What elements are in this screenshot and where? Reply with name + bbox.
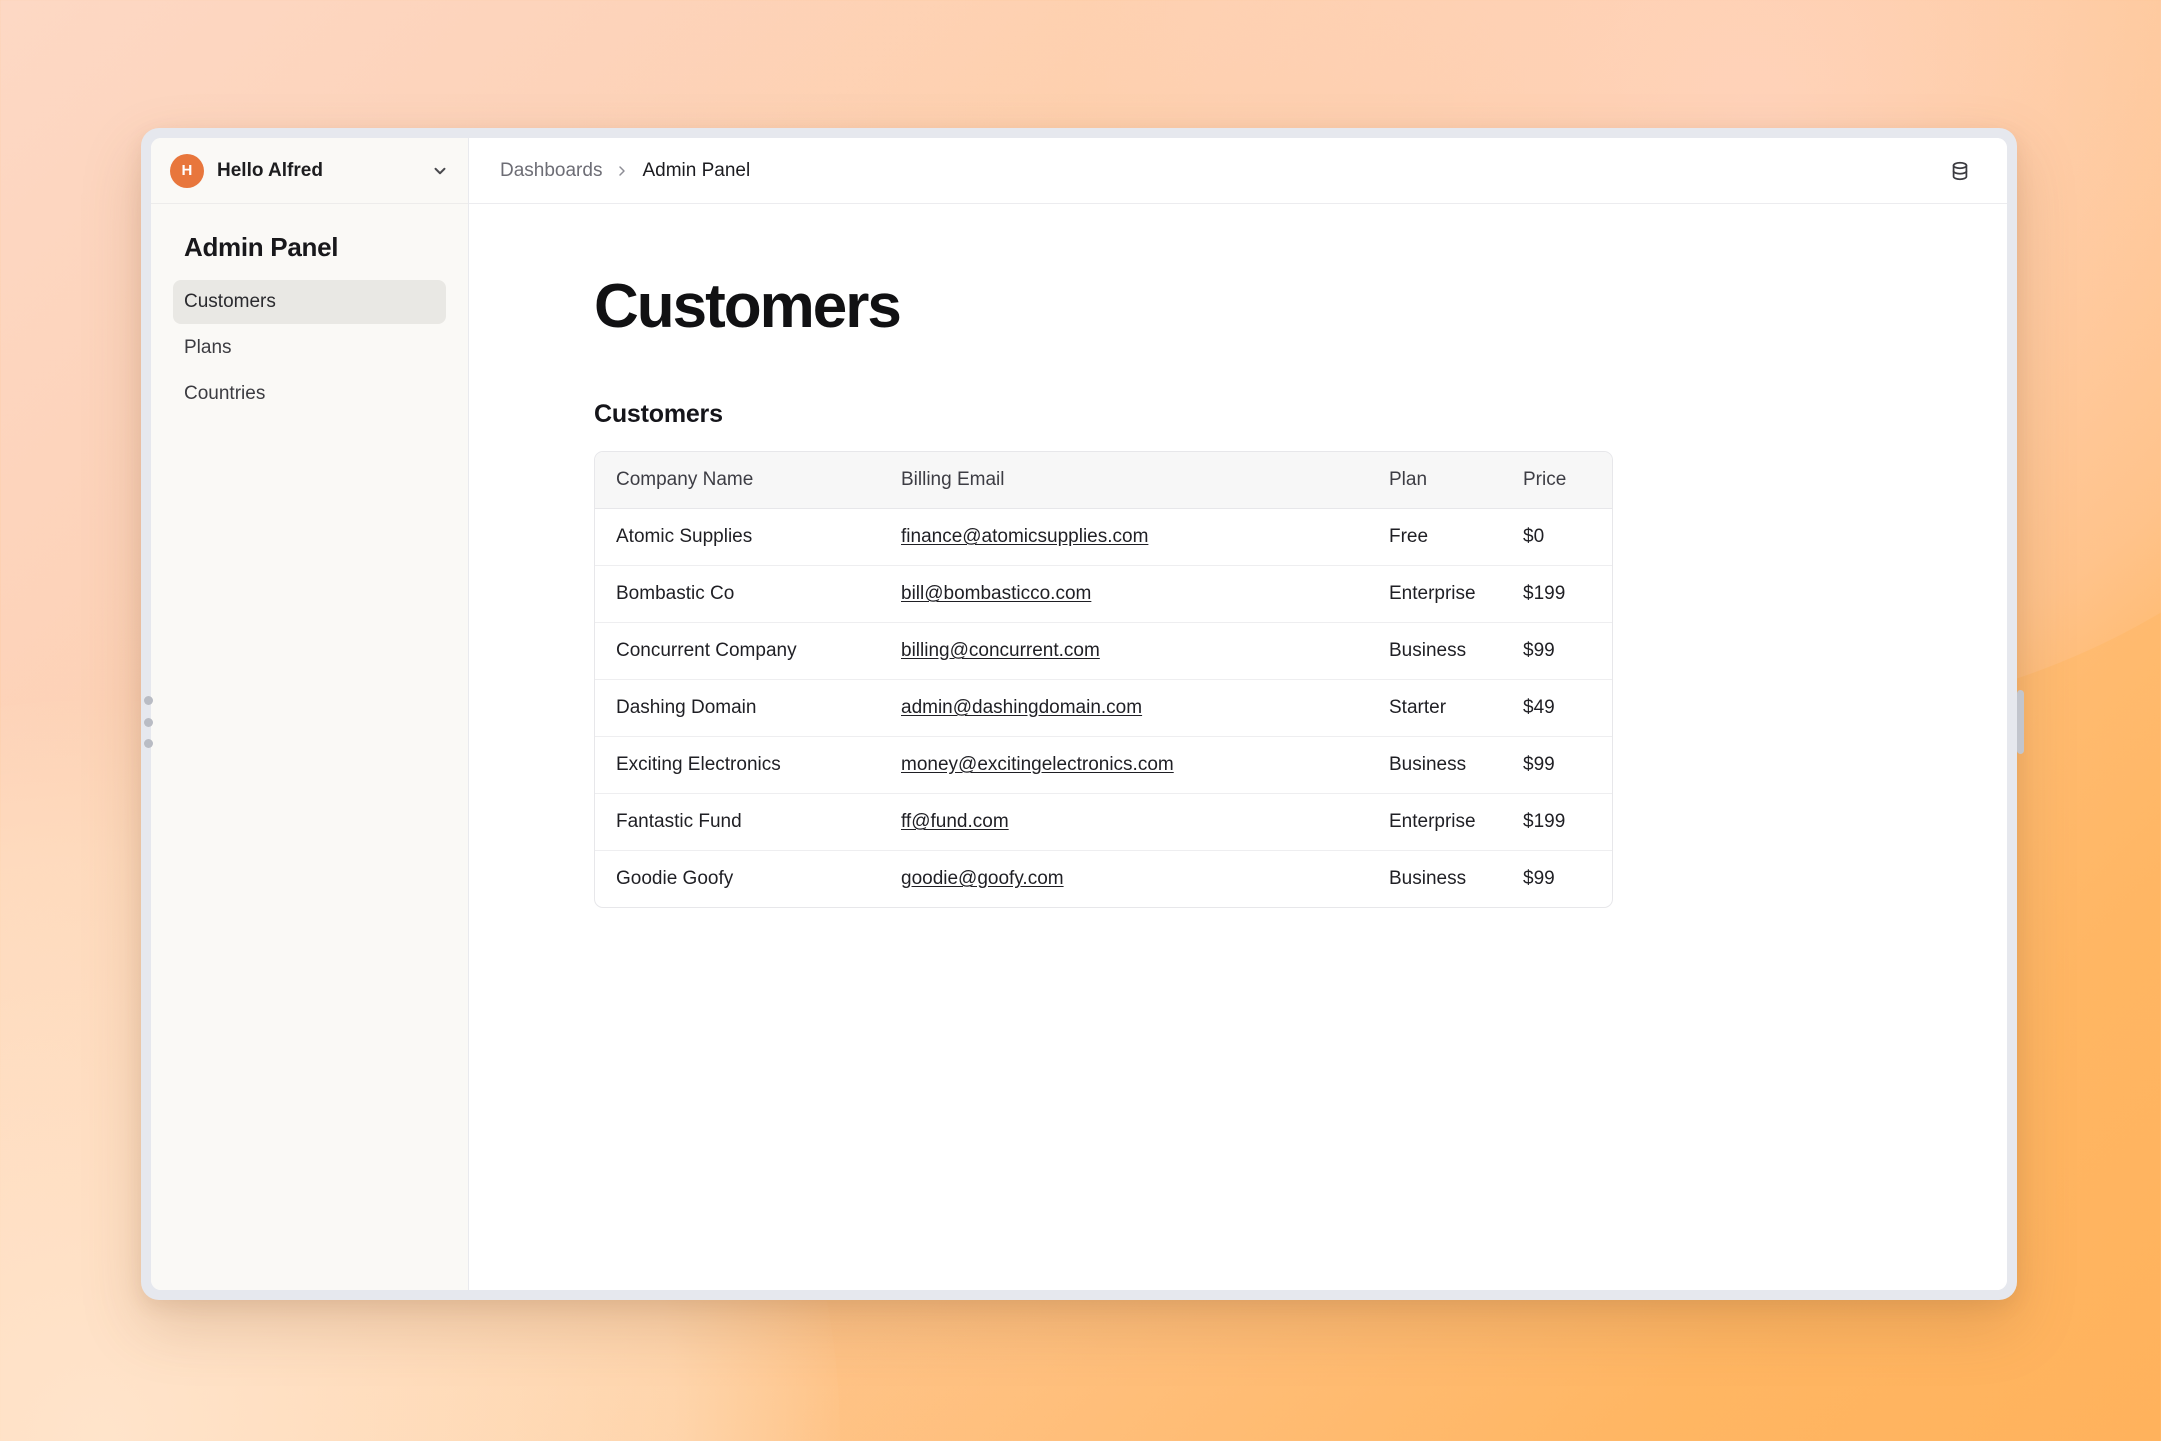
handle-dot — [143, 696, 153, 705]
cell-company-name: Fantastic Fund — [595, 793, 901, 851]
sidebar-item-label: Customers — [184, 291, 276, 312]
sidebar-item-plans[interactable]: Plans — [173, 326, 446, 370]
avatar-initial: H — [181, 162, 193, 179]
handle-dot — [143, 717, 153, 727]
workspace-name: Hello Alfred — [217, 159, 323, 181]
table-head: Company Name Billing Email Plan Price — [595, 452, 1612, 509]
cell-billing-email: bill@bombasticco.com — [901, 565, 1389, 623]
table-row: Atomic Supplies finance@atomicsupplies.c… — [595, 508, 1612, 566]
cell-plan: Starter — [1389, 679, 1523, 737]
cell-price: $199 — [1523, 565, 1612, 623]
app-window-content: H Hello Alfred Admin Panel Customers Pla — [151, 138, 2007, 1290]
table-header-row: Company Name Billing Email Plan Price — [595, 452, 1612, 509]
cell-billing-email: finance@atomicsupplies.com — [901, 508, 1389, 566]
email-link[interactable]: goodie@goofy.com — [901, 868, 1064, 889]
table-row: Exciting Electronics money@excitingelect… — [595, 736, 1612, 794]
cell-price: $0 — [1523, 508, 1612, 566]
cell-price: $49 — [1523, 679, 1612, 737]
table-row: Goodie Goofy goodie@goofy.com Business $… — [595, 851, 1612, 908]
cell-plan: Business — [1389, 736, 1523, 794]
cell-plan: Business — [1389, 868, 1467, 889]
cell-company-name: Bombastic Co — [595, 565, 901, 623]
chevron-right-icon — [614, 163, 630, 179]
table-row: Fantastic Fund ff@fund.com Enterprise $1… — [595, 793, 1612, 851]
chevron-down-icon[interactable] — [431, 162, 449, 180]
table-body: Atomic Supplies finance@atomicsupplies.c… — [595, 508, 1612, 908]
column-header-company-name: Company Name — [595, 452, 901, 509]
email-link[interactable]: finance@atomicsupplies.com — [901, 526, 1148, 547]
sidebar-body: Admin Panel Customers Plans Countries — [151, 204, 468, 416]
sidebar-item-customers[interactable]: Customers — [173, 280, 446, 324]
email-link[interactable]: money@excitingelectronics.com — [901, 754, 1174, 775]
table-row: Bombastic Co bill@bombasticco.com Enterp… — [595, 565, 1612, 623]
cell-company-name: Atomic Supplies — [595, 508, 901, 566]
database-icon[interactable] — [1943, 154, 1977, 188]
cell-billing-email: goodie@goofy.com — [901, 851, 1389, 908]
sidebar: H Hello Alfred Admin Panel Customers Pla — [151, 138, 469, 1290]
content-area: Customers Customers Company Name Billing… — [469, 204, 2007, 1290]
cell-price: $99 — [1523, 622, 1612, 680]
email-link[interactable]: admin@dashingdomain.com — [901, 697, 1142, 718]
section-title: Customers — [594, 400, 723, 428]
cell-price: $199 — [1523, 793, 1612, 851]
cell-plan: Enterprise — [1389, 565, 1523, 623]
column-header-plan: Plan — [1389, 452, 1523, 509]
breadcrumb-current: Admin Panel — [642, 159, 751, 181]
breadcrumb: Dashboards Admin Panel — [500, 160, 1943, 182]
top-bar: Dashboards Admin Panel — [469, 138, 2007, 204]
cell-billing-email: ff@fund.com — [901, 793, 1389, 851]
handle-dot — [143, 739, 153, 748]
sidebar-title: Admin Panel — [184, 232, 339, 262]
customers-table: Company Name Billing Email Plan Price At… — [595, 452, 1612, 908]
column-header-billing-email: Billing Email — [901, 452, 1389, 509]
customers-table-card: Company Name Billing Email Plan Price At… — [594, 451, 1613, 908]
main-panel: Dashboards Admin Panel Customers Custome… — [469, 138, 2007, 1290]
cell-billing-email: money@excitingelectronics.com — [901, 736, 1389, 794]
cell-price: $99 — [1523, 736, 1612, 794]
cell-billing-email: billing@concurrent.com — [901, 622, 1389, 680]
app-window: H Hello Alfred Admin Panel Customers Pla — [141, 128, 2017, 1300]
avatar: H — [170, 153, 204, 188]
email-link[interactable]: ff@fund.com — [901, 811, 1009, 832]
column-header-price: Price — [1523, 452, 1612, 509]
cell-company-name: Dashing Domain — [595, 679, 901, 737]
window-scrollbar-thumb-right[interactable] — [2017, 690, 2024, 754]
table-row: Concurrent Company billing@concurrent.co… — [595, 622, 1612, 680]
cell-plan: Enterprise — [1389, 793, 1523, 851]
cell-price: $99 — [1523, 868, 1555, 889]
cell-company-name: Concurrent Company — [595, 622, 901, 680]
cell-billing-email: admin@dashingdomain.com — [901, 679, 1389, 737]
window-resize-handle-left[interactable] — [141, 690, 155, 754]
sidebar-item-label: Plans — [184, 337, 232, 358]
cell-plan: Business — [1389, 622, 1523, 680]
cell-company-name: Goodie Goofy — [616, 868, 734, 889]
email-link[interactable]: billing@concurrent.com — [901, 640, 1100, 661]
workspace-switcher[interactable]: H Hello Alfred — [151, 138, 468, 204]
table-row: Dashing Domain admin@dashingdomain.com S… — [595, 679, 1612, 737]
sidebar-nav: Customers Plans Countries — [173, 280, 446, 416]
cell-plan: Free — [1389, 508, 1523, 566]
email-link[interactable]: bill@bombasticco.com — [901, 583, 1091, 604]
sidebar-item-countries[interactable]: Countries — [173, 372, 446, 416]
sidebar-item-label: Countries — [184, 383, 266, 404]
breadcrumb-parent-link[interactable]: Dashboards — [500, 160, 602, 182]
cell-company-name: Exciting Electronics — [595, 736, 901, 794]
page-title: Customers — [594, 272, 902, 341]
